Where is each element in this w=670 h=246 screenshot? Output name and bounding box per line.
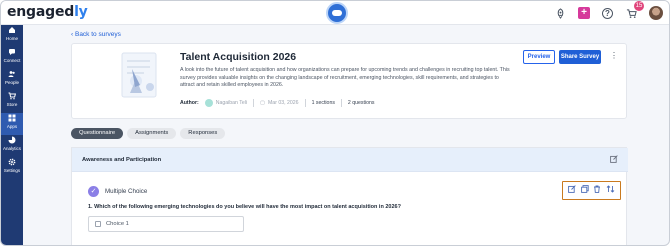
survey-tabs: Questionnaire Assignments Responses bbox=[71, 128, 226, 139]
author-name: Nagaiban Teli bbox=[215, 100, 248, 106]
date-info: ▢ Mar 03, 2026 bbox=[260, 100, 298, 106]
copy-icon[interactable] bbox=[580, 185, 589, 196]
tab-assignments[interactable]: Assignments bbox=[127, 128, 177, 139]
top-bar: engagedly + ? 15 bbox=[1, 1, 669, 25]
section-title: Awareness and Participation bbox=[82, 157, 162, 163]
divider bbox=[340, 99, 342, 107]
settings-icon bbox=[8, 158, 16, 166]
tab-questionnaire[interactable]: Questionnaire bbox=[71, 128, 124, 139]
sidebar-item-people[interactable]: People bbox=[1, 69, 23, 91]
sidebar-item-label: People bbox=[4, 80, 19, 85]
question-text: 1. Which of the following emerging techn… bbox=[88, 204, 401, 210]
choice-label: Choice 1 bbox=[106, 221, 129, 227]
logo-text: engaged bbox=[7, 4, 75, 20]
sidebar-item-analytics[interactable]: Analytics bbox=[1, 135, 23, 157]
logo-accent-text: ly bbox=[74, 4, 88, 20]
sidebar: Home Connect People Store Apps Analytics… bbox=[1, 25, 23, 245]
preview-button[interactable]: Preview bbox=[523, 50, 555, 64]
analytics-icon bbox=[8, 136, 16, 144]
author-label: Author: bbox=[180, 100, 199, 106]
reorder-icon[interactable] bbox=[606, 185, 615, 196]
choice-option[interactable]: Choice 1 bbox=[88, 216, 244, 232]
more-options-icon[interactable]: ⋮ bbox=[610, 52, 618, 60]
question-actions-toolbar bbox=[562, 181, 621, 200]
back-link-text: Back to surveys bbox=[74, 31, 121, 38]
sidebar-item-home[interactable]: Home bbox=[1, 25, 23, 47]
sidebar-item-label: Store bbox=[6, 102, 18, 107]
question-type-label: Multiple Choice bbox=[105, 188, 148, 195]
sidebar-item-label: Settings bbox=[3, 168, 21, 173]
sidebar-item-label: Connect bbox=[3, 58, 21, 63]
questions-count: 2 questions bbox=[347, 100, 375, 106]
sidebar-item-label: Apps bbox=[6, 124, 18, 129]
people-icon bbox=[8, 70, 16, 78]
delete-icon[interactable] bbox=[593, 185, 601, 196]
survey-summary-card: Talent Acquisition 2026 A look into the … bbox=[71, 43, 627, 119]
divider bbox=[253, 99, 255, 107]
connect-icon bbox=[8, 48, 16, 56]
edit-icon[interactable] bbox=[568, 185, 576, 196]
survey-section: Awareness and Participation ✓ Multiple C… bbox=[71, 147, 628, 245]
notification-badge: 15 bbox=[634, 1, 644, 11]
survey-illustration bbox=[121, 52, 157, 98]
sidebar-item-store[interactable]: Store bbox=[1, 91, 23, 113]
section-header: Awareness and Participation bbox=[72, 148, 628, 172]
tab-responses[interactable]: Responses bbox=[180, 128, 226, 139]
sidebar-item-connect[interactable]: Connect bbox=[1, 47, 23, 69]
mascot-icon[interactable] bbox=[326, 2, 348, 24]
survey-description: A look into the future of talent acquisi… bbox=[180, 67, 510, 89]
engagedly-logo[interactable]: engagedly bbox=[7, 4, 88, 20]
survey-title: Talent Acquisition 2026 bbox=[180, 51, 297, 63]
author-avatar bbox=[204, 99, 213, 107]
sidebar-item-settings[interactable]: Settings bbox=[1, 157, 23, 179]
sidebar-item-label: Home bbox=[5, 36, 18, 41]
calendar-icon: ▢ bbox=[260, 100, 265, 106]
sidebar-item-apps[interactable]: Apps bbox=[1, 113, 23, 135]
app-window: engagedly + ? 15 Home Connect People Sto… bbox=[0, 0, 670, 246]
store-icon bbox=[8, 92, 17, 100]
rocket-icon[interactable] bbox=[554, 7, 566, 19]
sidebar-item-label: Analytics bbox=[2, 146, 21, 151]
question-type: ✓ Multiple Choice bbox=[88, 186, 147, 197]
user-avatar[interactable] bbox=[649, 6, 663, 20]
header-actions: + ? 15 bbox=[554, 1, 663, 21]
home-icon bbox=[8, 26, 16, 34]
apps-icon bbox=[8, 114, 16, 122]
survey-date: Mar 03, 2026 bbox=[267, 100, 299, 106]
divider bbox=[304, 99, 306, 107]
help-icon[interactable]: ? bbox=[602, 7, 613, 19]
add-icon[interactable]: + bbox=[578, 7, 590, 19]
author-info: Nagaiban Teli bbox=[204, 99, 248, 107]
edit-section-icon[interactable] bbox=[610, 155, 618, 163]
sections-count: 1 sections bbox=[311, 100, 335, 106]
cart-icon[interactable]: 15 bbox=[625, 1, 644, 19]
share-survey-button[interactable]: Share Survey bbox=[559, 50, 601, 64]
checkbox[interactable] bbox=[95, 221, 101, 227]
back-to-surveys-link[interactable]: ‹ Back to surveys bbox=[71, 31, 121, 38]
survey-meta: Author: Nagaiban Teli ▢ Mar 03, 2026 1 se… bbox=[180, 99, 374, 107]
check-circle-icon: ✓ bbox=[88, 186, 99, 197]
